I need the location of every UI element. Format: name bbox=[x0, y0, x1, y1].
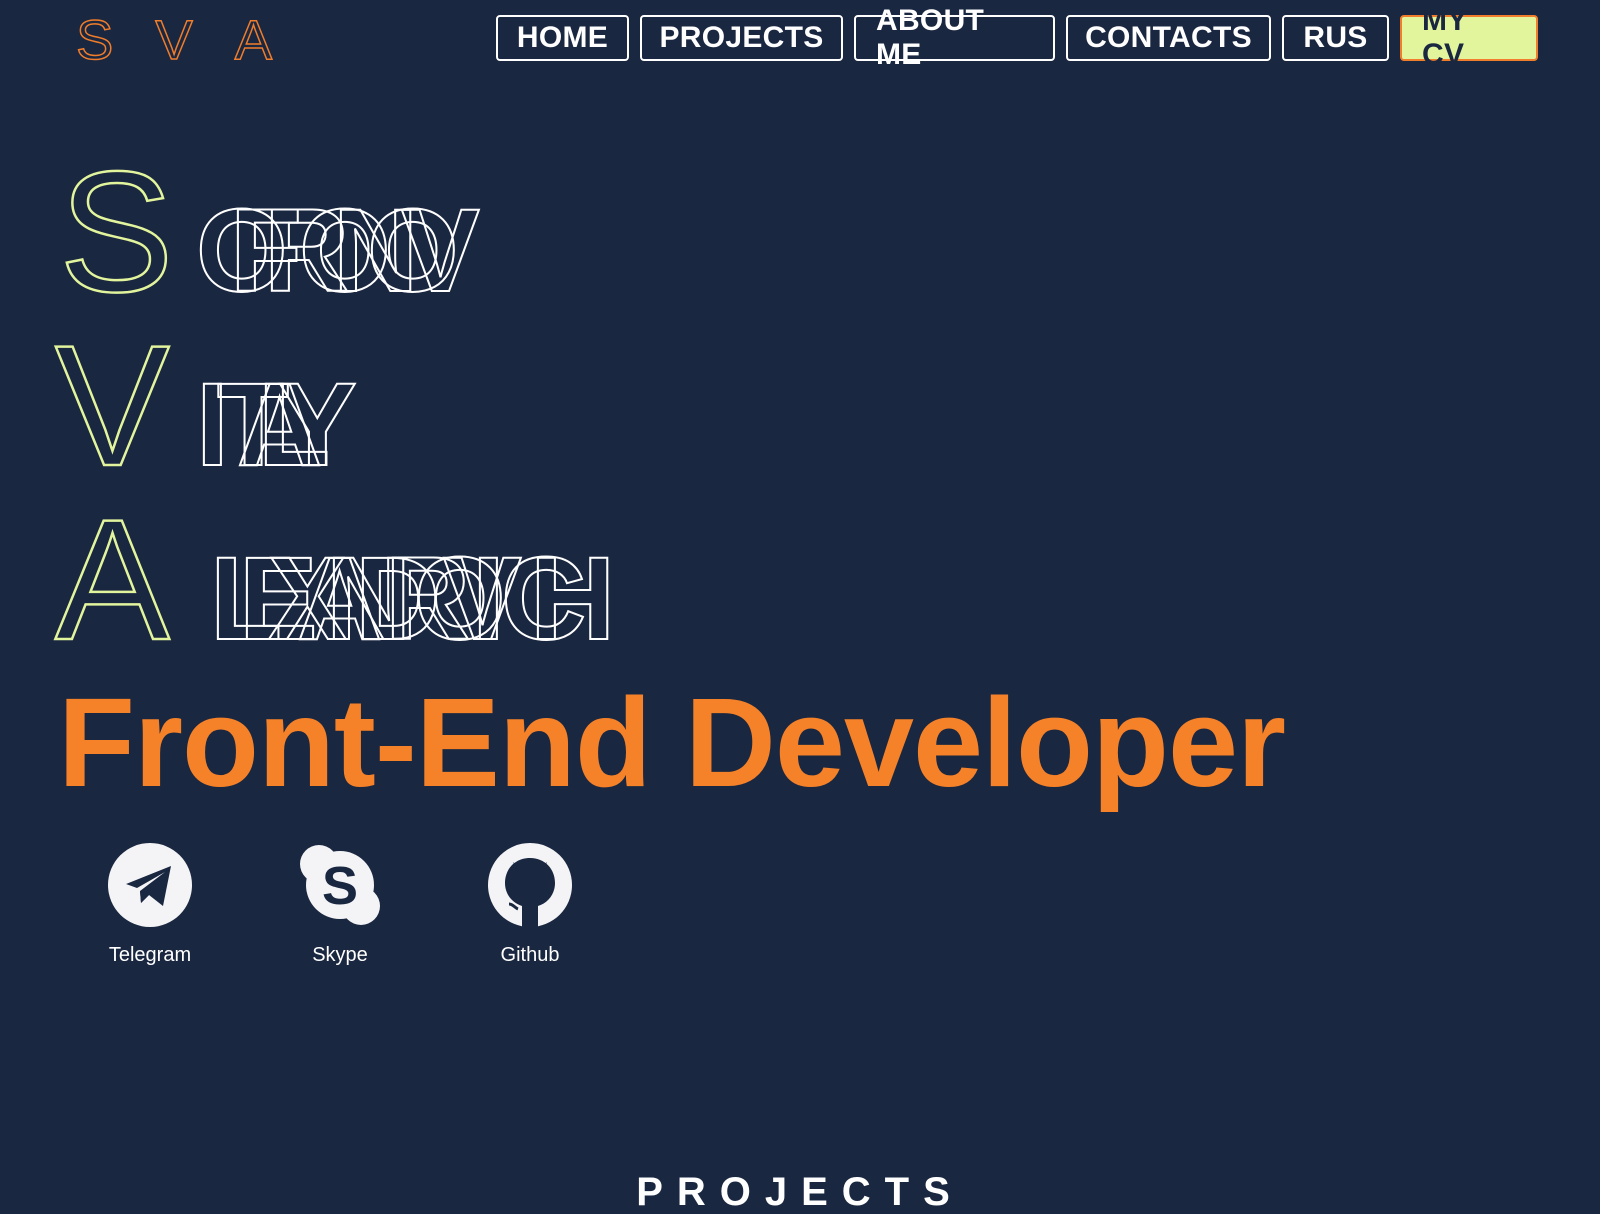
skype-label: Skype bbox=[312, 944, 368, 966]
name-letter: Y bbox=[277, 359, 358, 491]
svg-text:S: S bbox=[322, 856, 358, 916]
github-label: Github bbox=[500, 944, 560, 966]
logo-letter-s: S bbox=[75, 8, 114, 71]
language-toggle-button[interactable]: RUS bbox=[1282, 15, 1389, 61]
role-title: Front-End Developer bbox=[58, 672, 1286, 813]
patronymic-letter: I bbox=[471, 533, 506, 665]
surname-letter: V bbox=[400, 185, 481, 317]
logo-letter-a: A bbox=[234, 8, 273, 71]
nav-projects-button[interactable]: PROJECTS bbox=[640, 15, 843, 61]
cv-button[interactable]: MY CV bbox=[1400, 4, 1538, 71]
github-link[interactable]: Github bbox=[480, 842, 580, 967]
nav-home-button[interactable]: HOME bbox=[496, 15, 629, 61]
surname-initial: S bbox=[58, 136, 175, 328]
telegram-link[interactable]: Telegram bbox=[100, 842, 200, 967]
projects-section-title: PROJECTS bbox=[636, 1170, 964, 1214]
github-icon[interactable] bbox=[487, 842, 573, 928]
site-logo[interactable]: S V A bbox=[75, 8, 273, 71]
nav-about-button[interactable]: ABOUT ME bbox=[854, 4, 1055, 71]
skype-link[interactable]: S Skype bbox=[290, 842, 390, 967]
logo-letter-v: V bbox=[155, 8, 194, 71]
skype-icon[interactable]: S bbox=[297, 842, 383, 928]
telegram-icon[interactable] bbox=[107, 842, 193, 928]
patronymic-letter: H bbox=[529, 533, 616, 665]
social-links: Telegram S Skype Github bbox=[100, 842, 580, 967]
telegram-label: Telegram bbox=[108, 944, 192, 966]
nav-contacts-button[interactable]: CONTACTS bbox=[1066, 15, 1271, 61]
patronymic-initial: A bbox=[54, 484, 171, 676]
main-nav: HOME PROJECTS ABOUT ME CONTACTS RUS MY C… bbox=[496, 4, 1538, 71]
name-initial: V bbox=[54, 310, 171, 502]
